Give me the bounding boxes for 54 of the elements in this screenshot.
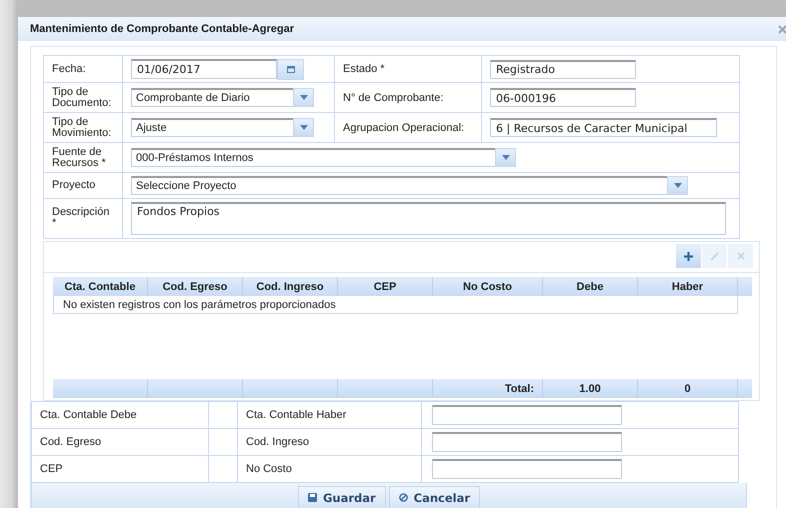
- field-label: Proyecto: [52, 179, 96, 191]
- column-header[interactable]: Cta. Contable: [53, 277, 148, 296]
- pencil-icon: [710, 252, 719, 260]
- column-header[interactable]: CEP: [338, 277, 433, 296]
- select-field[interactable]: 000-Préstamos Internos: [131, 148, 516, 167]
- input-field[interactable]: [432, 459, 622, 479]
- field-label: Descripción *: [52, 206, 110, 229]
- cancel-icon: [398, 493, 408, 502]
- field-label: Agrupacion Operacional:: [343, 122, 464, 134]
- date-field[interactable]: 01/06/2017: [131, 59, 277, 79]
- field-label: Fuente de Recursos *: [52, 146, 106, 168]
- field-label: CEP: [40, 463, 63, 475]
- field-label: Cta. Contable Haber: [246, 409, 346, 421]
- window-title: Mantenimiento de Comprobante Contable-Agregar: [30, 23, 294, 35]
- column-header[interactable]: Debe: [543, 277, 638, 296]
- description-field[interactable]: Fondos Propios: [131, 202, 726, 235]
- field-label: No Costo: [246, 463, 292, 475]
- field-label: Fecha:: [52, 62, 86, 74]
- delete-icon: [736, 252, 744, 260]
- caret-icon: [300, 124, 308, 130]
- field-label: Estado *: [343, 63, 385, 75]
- floppy-icon: [308, 493, 317, 502]
- column-header[interactable]: Cod. Ingreso: [243, 277, 338, 296]
- field-label: N° de Comprobante:: [343, 92, 444, 104]
- column-header[interactable]: No Costo: [433, 277, 543, 296]
- total-value: 1.00: [579, 382, 601, 394]
- column-header[interactable]: Haber: [638, 277, 738, 296]
- input-field[interactable]: 6 | Recursos de Caracter Municipal: [490, 118, 717, 137]
- plus-icon: [684, 252, 693, 260]
- close-icon[interactable]: [778, 24, 786, 34]
- calendar-button[interactable]: [277, 58, 304, 80]
- cancel-button[interactable]: Cancelar: [388, 486, 480, 508]
- total-value: 0: [684, 382, 691, 394]
- caret-icon: [502, 154, 510, 160]
- caret-icon: [300, 94, 308, 100]
- field-label: Tipo de Movimiento:: [52, 116, 112, 138]
- select-field[interactable]: Seleccione Proyecto: [131, 176, 688, 195]
- column-header[interactable]: Cod. Egreso: [148, 277, 243, 296]
- total-label: Total:: [504, 382, 534, 394]
- input-field[interactable]: 06-000196: [490, 88, 636, 107]
- select-field[interactable]: Comprobante de Diario: [131, 88, 314, 107]
- empty-message: No existen registros con los parámetros proporcionados: [63, 298, 336, 310]
- field-label: Cta. Contable Debe: [40, 409, 137, 421]
- select-field[interactable]: Ajuste: [131, 118, 314, 137]
- add-button[interactable]: [676, 244, 701, 268]
- input-field[interactable]: [432, 405, 622, 425]
- input-field[interactable]: Registrado: [490, 60, 636, 78]
- caret-icon: [674, 182, 682, 188]
- calendar-icon: [286, 65, 294, 73]
- field-label: Cod. Ingreso: [246, 436, 309, 448]
- field-label: Tipo de Documento:: [52, 86, 112, 108]
- field-label: Cod. Egreso: [40, 436, 102, 448]
- save-button[interactable]: Guardar: [298, 486, 386, 508]
- input-field[interactable]: [432, 432, 622, 452]
